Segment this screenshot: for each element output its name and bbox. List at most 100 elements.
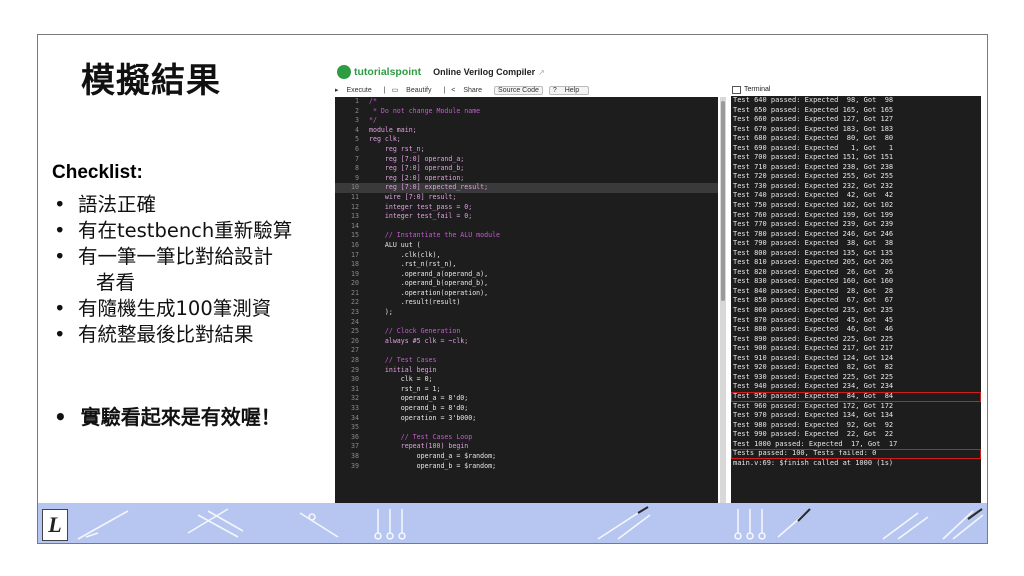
line-number: 11 — [351, 192, 359, 201]
code-text: integer test_fail = 0; — [369, 212, 473, 221]
code-text: // Instantiate the ALU module — [369, 231, 501, 240]
line-number: 32 — [351, 394, 359, 403]
external-link-icon[interactable]: ↗ — [538, 68, 545, 77]
code-text: reg [7:0] expected_result; — [369, 183, 489, 192]
editor-toolbar: ▸ Execute | ▭ Beautify | < Share Source … — [335, 84, 725, 96]
code-text: // Test Cases — [369, 356, 437, 365]
code-line: 17 .clk(clk), — [335, 251, 718, 261]
code-text: module main; — [369, 125, 417, 134]
code-text: operand_a = $random; — [369, 451, 497, 460]
code-text: ALU uut ( — [369, 240, 421, 249]
code-line: 6 reg rst_n; — [335, 145, 718, 155]
terminal-line: Test 690 passed: Expected 1, Got 1 — [733, 143, 894, 152]
code-text: .clk(clk), — [369, 250, 441, 259]
code-line: 31 rst_n = 1; — [335, 385, 718, 395]
terminal-output[interactable]: Test 640 passed: Expected 98, Got 98 Test… — [731, 96, 981, 521]
code-text: reg [2:0] operation; — [369, 173, 465, 182]
code-text: operand_b = 8'd0; — [369, 404, 469, 412]
line-number: 10 — [351, 183, 359, 192]
line-number: 36 — [351, 432, 359, 441]
terminal-line: Test 760 passed: Expected 199, Got 199 — [733, 210, 894, 219]
line-number: 27 — [351, 346, 359, 355]
line-number: 13 — [351, 212, 359, 221]
source-code-button[interactable]: Source Code — [494, 85, 543, 95]
terminal-line: Test 900 passed: Expected 217, Got 217 — [733, 344, 894, 353]
checklist-item: 有在testbench重新驗算 — [52, 218, 352, 244]
code-editor[interactable]: 1/* 2 * Do not change Module name 3 */4 modu… — [335, 97, 718, 521]
line-number: 23 — [351, 308, 359, 317]
terminal-line: Test 750 passed: Expected 102, Got 102 — [733, 201, 894, 210]
scrollbar-thumb[interactable] — [721, 101, 725, 301]
code-line: 36 // Test Cases Loop — [335, 433, 718, 443]
code-line: 15 // Instantiate the ALU module — [335, 231, 718, 241]
code-text: always #5 clk = ~clk; — [369, 336, 469, 345]
line-number: 28 — [351, 356, 359, 365]
terminal-line: Test 930 passed: Expected 225, Got 225 — [733, 372, 894, 381]
line-number: 9 — [355, 173, 359, 182]
code-line: 26 always #5 clk = ~clk; — [335, 337, 718, 347]
terminal-line: Test 840 passed: Expected 28, Got 28 — [733, 286, 894, 295]
code-line: 37 repeat(100) begin — [335, 442, 718, 452]
line-number: 1 — [355, 97, 359, 105]
help-icon: ? — [552, 86, 557, 94]
execute-label: Execute — [346, 87, 372, 94]
terminal-line: Test 790 passed: Expected 38, Got 38 — [733, 239, 894, 248]
code-line: 13 integer test_fail = 0; — [335, 212, 718, 222]
code-text: .operand_a(operand_a), — [369, 269, 489, 278]
code-line: 30 clk = 0; — [335, 375, 718, 385]
help-button[interactable]: ? Help — [548, 85, 590, 95]
terminal-line: Test 740 passed: Expected 42, Got 42 — [733, 191, 894, 200]
terminal-line: Test 640 passed: Expected 98, Got 98 — [733, 96, 894, 104]
code-text: operand_b = $random; — [369, 461, 497, 470]
code-line: 5 reg clk; — [335, 135, 718, 145]
terminal-line-highlighted: Test 950 passed: Expected 84, Got 84 — [731, 391, 981, 402]
brand-name[interactable]: tutorialspoint — [354, 66, 421, 78]
code-text: reg rst_n; — [369, 144, 425, 153]
code-line: 10 reg [7:0] expected_result; — [335, 183, 718, 193]
line-number: 30 — [351, 375, 359, 384]
terminal-line: Test 710 passed: Expected 238, Got 238 — [733, 162, 894, 171]
terminal-icon — [732, 85, 741, 94]
terminal-line: Test 960 passed: Expected 172, Got 172 — [733, 401, 894, 410]
terminal-line-highlighted: Tests passed: 100, Tests failed: 0 — [731, 449, 981, 459]
code-line: 2 * Do not change Module name — [335, 107, 718, 117]
code-line: 18 .rst_n(rst_n), — [335, 260, 718, 270]
terminal-line: Test 700 passed: Expected 151, Got 151 — [733, 153, 894, 162]
code-line: 29 initial begin — [335, 366, 718, 376]
code-text: wire [7:0] result; — [369, 192, 457, 201]
terminal-line: Test 770 passed: Expected 239, Got 239 — [733, 220, 894, 229]
beautify-icon: ▭ — [391, 87, 399, 94]
code-line: 39 operand_b = $random; — [335, 462, 718, 472]
code-line: 7 reg [7:0] operand_a; — [335, 155, 718, 165]
footer-band — [38, 503, 987, 543]
terminal-line: Test 970 passed: Expected 134, Got 134 — [733, 411, 894, 420]
line-number: 15 — [351, 231, 359, 240]
terminal-line: Test 990 passed: Expected 22, Got 22 — [733, 430, 894, 439]
terminal-line: Test 850 passed: Expected 67, Got 67 — [733, 296, 894, 305]
code-text: operation = 3'b000; — [369, 413, 477, 422]
code-line: 4 module main; — [335, 126, 718, 136]
share-icon: < — [451, 86, 456, 94]
code-line: 25 // Clock Generation — [335, 327, 718, 337]
line-number: 8 — [355, 164, 359, 173]
code-line: 19 .operand_a(operand_a), — [335, 270, 718, 280]
code-text: // Clock Generation — [369, 327, 461, 336]
terminal-line: Test 680 passed: Expected 80, Got 80 — [733, 134, 894, 143]
editor-scrollbar[interactable] — [720, 97, 726, 521]
conclusion: • 實驗看起來是有效喔！ — [54, 401, 281, 430]
share-button[interactable]: < Share — [451, 87, 488, 94]
footer-decoration — [77, 506, 984, 540]
conclusion-text: 實驗看起來是有效喔！ — [80, 405, 281, 429]
code-line: 9 reg [2:0] operation; — [335, 174, 718, 184]
terminal-line: Test 650 passed: Expected 165, Got 165 — [733, 105, 894, 114]
execute-button[interactable]: ▸ Execute — [335, 86, 378, 94]
code-text: .rst_n(rst_n), — [369, 260, 457, 269]
toolbar-divider: | — [383, 86, 386, 94]
app-header: tutorialspoint Online Verilog Compiler ↗ — [337, 61, 737, 83]
code-text: rst_n = 1; — [369, 384, 441, 393]
terminal-line: Test 910 passed: Expected 124, Got 124 — [733, 353, 894, 362]
code-text: */ — [369, 116, 377, 125]
code-line: 8 reg [7:0] operand_b; — [335, 164, 718, 174]
beautify-button[interactable]: ▭ Beautify — [392, 86, 438, 94]
line-number: 6 — [355, 144, 359, 153]
